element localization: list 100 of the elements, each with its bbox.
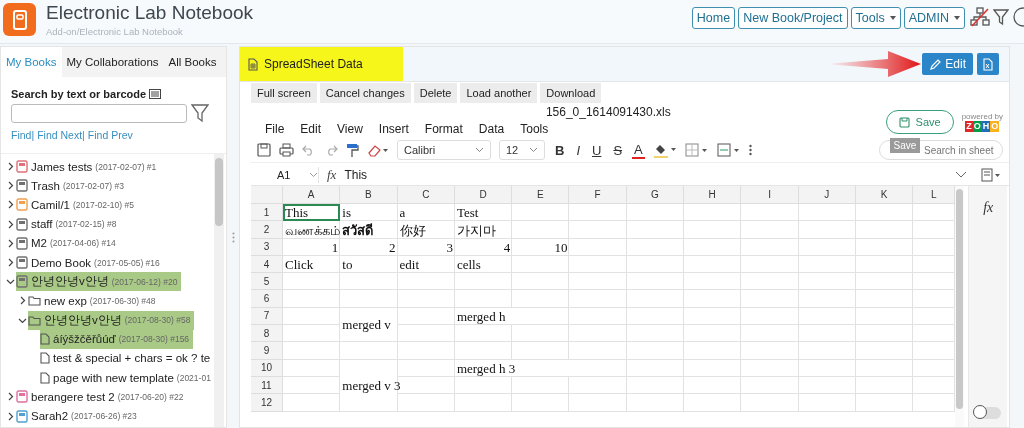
menu-item[interactable]: Format [416, 122, 471, 136]
empty-cell[interactable] [741, 273, 799, 291]
table-cell[interactable]: to [340, 255, 398, 274]
empty-cell[interactable] [684, 394, 742, 412]
table-cell[interactable]: Test [454, 204, 513, 222]
empty-cell[interactable] [855, 376, 914, 395]
row-header[interactable]: 9 [251, 342, 283, 360]
empty-cell[interactable] [798, 204, 856, 222]
action-button[interactable]: Load another [460, 83, 538, 103]
empty-cell[interactable] [397, 342, 455, 360]
empty-cell[interactable] [741, 325, 799, 343]
nav-dropdown[interactable]: ADMIN [903, 7, 965, 29]
merge-cells-icon[interactable] [716, 143, 741, 157]
empty-cell[interactable] [798, 307, 856, 326]
table-cell[interactable]: cells [454, 255, 513, 274]
borders-icon[interactable] [684, 143, 709, 157]
column-header[interactable]: K [855, 186, 914, 204]
chevron-down-icon[interactable] [6, 277, 15, 287]
chevron-right-icon[interactable] [6, 411, 15, 421]
empty-cell[interactable] [684, 342, 742, 360]
chevron-right-icon[interactable] [6, 258, 15, 268]
empty-cell[interactable] [855, 325, 914, 343]
find-link[interactable]: Find| [11, 129, 35, 141]
function-button[interactable]: fx [983, 200, 994, 216]
empty-cell[interactable] [684, 238, 742, 256]
table-cell[interactable]: 10 [512, 238, 570, 256]
empty-cell[interactable] [684, 359, 742, 377]
empty-cell[interactable] [855, 204, 914, 222]
empty-cell[interactable] [855, 238, 914, 256]
action-button[interactable]: Download [540, 83, 602, 103]
tree-item-name[interactable]: 안녕안녕v안녕 [44, 312, 122, 328]
empty-cell[interactable] [626, 273, 685, 291]
row-header[interactable]: 6 [251, 290, 283, 308]
empty-cell[interactable] [626, 325, 685, 343]
table-cell[interactable]: Click [283, 255, 341, 274]
nav-dropdown[interactable]: Tools [850, 7, 901, 29]
toggle-switch[interactable] [975, 407, 1002, 419]
find-link[interactable]: Find Next| [37, 129, 85, 141]
empty-cell[interactable] [512, 290, 570, 308]
tree-item-name[interactable]: staff [31, 218, 53, 231]
empty-cell[interactable] [569, 273, 627, 291]
table-cell[interactable]: สวัสดี [340, 221, 398, 239]
select-all-corner[interactable] [251, 186, 283, 204]
column-header[interactable]: C [397, 186, 455, 204]
table-cell[interactable]: edit [397, 255, 455, 274]
empty-cell[interactable] [569, 204, 627, 222]
tree-item-name[interactable]: M2 [31, 237, 47, 250]
tree-item-name[interactable]: new exp [44, 294, 87, 307]
chevron-right-icon[interactable] [6, 392, 15, 402]
table-cell[interactable]: வணக்கம் [283, 221, 341, 239]
tree-item-name[interactable]: test & special + chars = ok ? te [53, 352, 211, 365]
empty-cell[interactable] [741, 394, 799, 412]
empty-cell[interactable] [397, 359, 455, 377]
empty-cell[interactable] [798, 325, 856, 343]
menu-item[interactable]: View [329, 122, 371, 136]
empty-cell[interactable] [741, 204, 799, 222]
empty-cell[interactable] [569, 376, 627, 395]
empty-cell[interactable] [340, 342, 398, 360]
empty-cell[interactable] [340, 290, 398, 308]
empty-cell[interactable] [798, 238, 856, 256]
tree-item-name[interactable]: Trash [31, 179, 60, 192]
empty-cell[interactable] [684, 290, 742, 308]
column-header[interactable]: F [569, 186, 627, 204]
nav-button[interactable]: New Book/Project [738, 7, 848, 29]
empty-cell[interactable] [741, 255, 799, 274]
empty-cell[interactable] [684, 255, 742, 274]
empty-cell[interactable] [569, 307, 627, 326]
chevron-right-icon[interactable] [6, 162, 15, 172]
empty-cell[interactable] [569, 394, 627, 412]
action-button[interactable]: Cancel changes [319, 83, 411, 103]
empty-cell[interactable] [512, 221, 570, 239]
empty-cell[interactable] [626, 342, 685, 360]
empty-cell[interactable] [798, 342, 856, 360]
print-icon[interactable] [279, 143, 294, 157]
empty-cell[interactable] [684, 325, 742, 343]
empty-cell[interactable] [855, 342, 914, 360]
edit-button[interactable]: Edit [922, 53, 973, 75]
sidebar-tab[interactable]: All Books [163, 47, 222, 77]
empty-cell[interactable] [454, 376, 513, 395]
empty-cell[interactable] [397, 307, 455, 326]
empty-cell[interactable] [798, 273, 856, 291]
empty-cell[interactable] [741, 359, 799, 377]
column-header[interactable]: D [454, 186, 513, 204]
cell-reference[interactable]: A1 [251, 168, 309, 181]
empty-cell[interactable] [397, 290, 455, 308]
table-cell[interactable]: merged v [340, 307, 398, 343]
row-header[interactable]: 2 [251, 221, 283, 239]
empty-cell[interactable] [626, 394, 685, 412]
chevron-right-icon[interactable] [6, 200, 15, 210]
empty-cell[interactable] [454, 394, 513, 412]
empty-cell[interactable] [397, 273, 455, 291]
empty-cell[interactable] [684, 221, 742, 239]
excel-file-button[interactable] [977, 53, 999, 75]
table-cell[interactable]: a [397, 204, 455, 222]
column-header[interactable]: J [798, 186, 856, 204]
table-cell[interactable]: merged h [454, 307, 570, 326]
empty-cell[interactable] [798, 290, 856, 308]
empty-cell[interactable] [454, 273, 513, 291]
table-cell[interactable]: is [340, 204, 398, 222]
chevron-right-icon[interactable] [6, 219, 15, 229]
